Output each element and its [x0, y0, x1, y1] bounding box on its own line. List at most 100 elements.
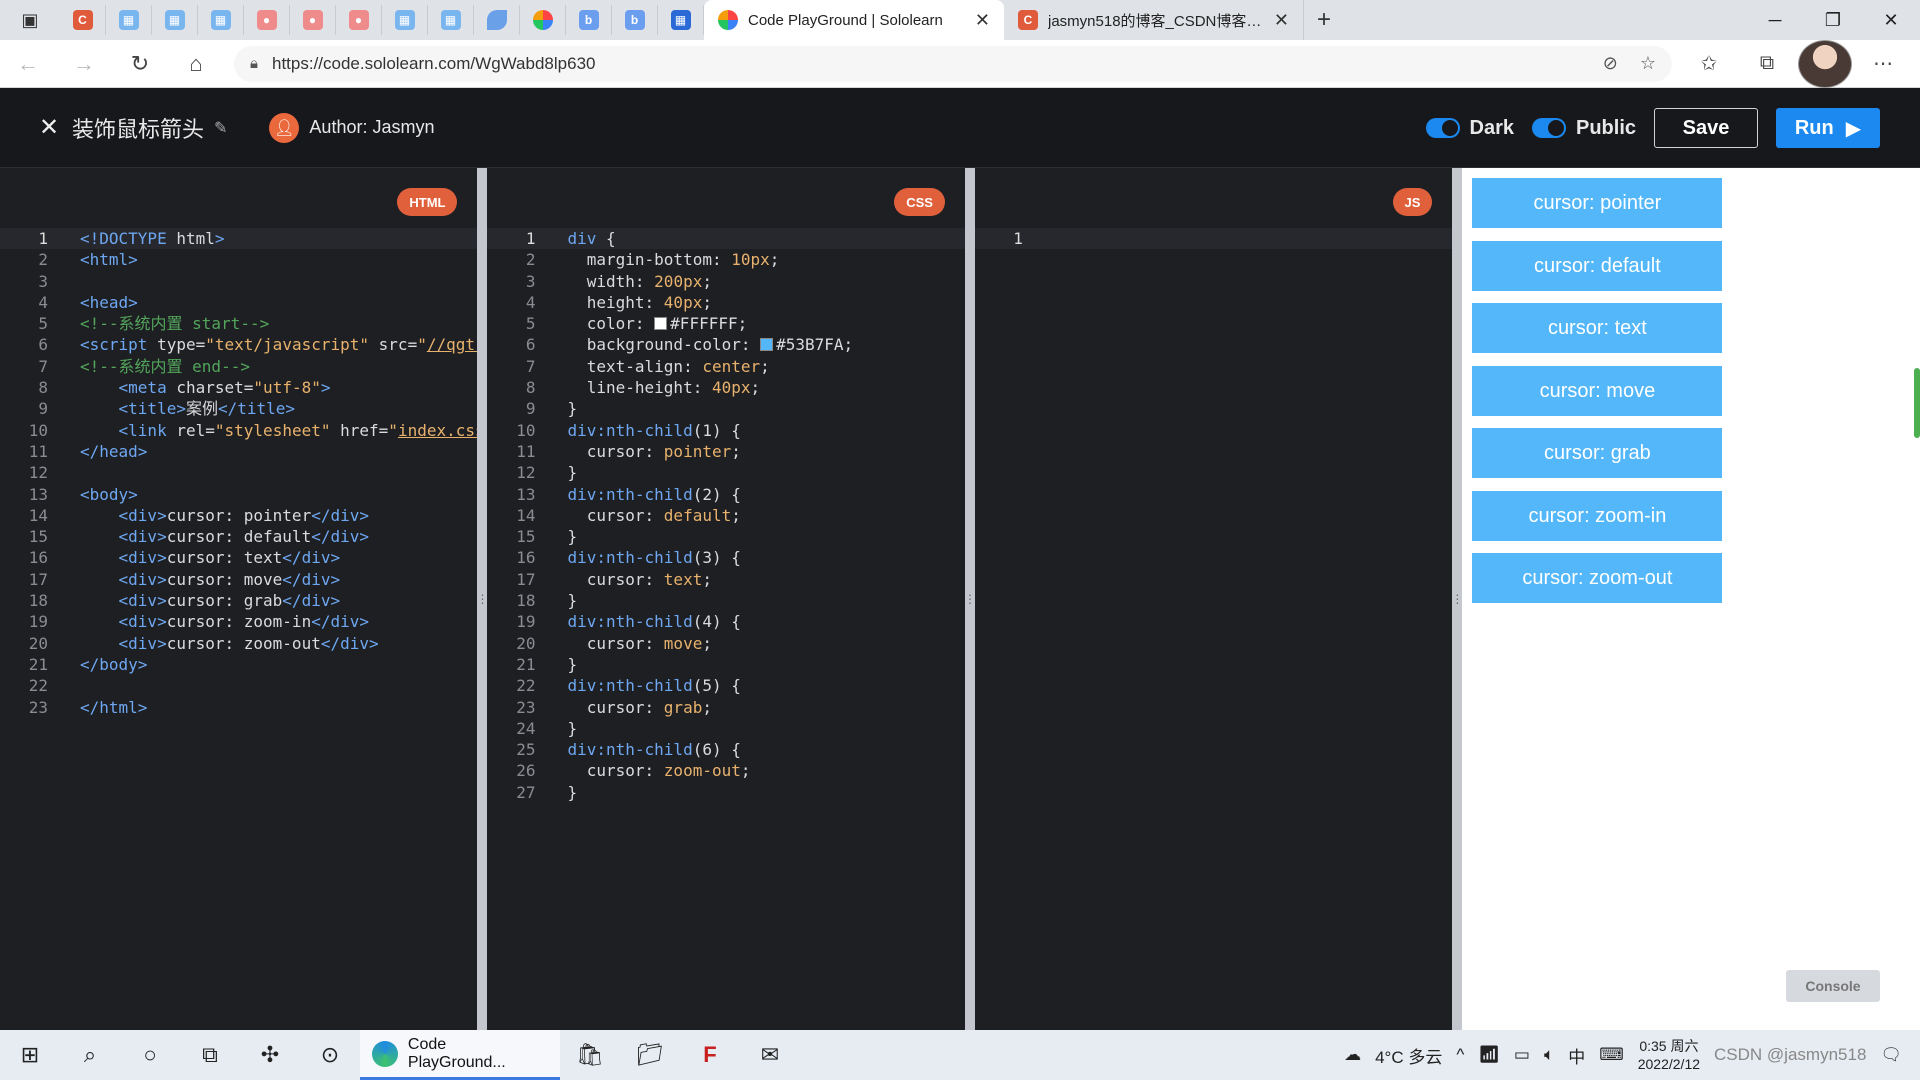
tab-calendar-3[interactable]: ▦ [198, 5, 244, 35]
home-icon[interactable]: ⌂ [168, 40, 224, 88]
tab-bing-2[interactable]: b [612, 5, 658, 35]
more-menu-icon[interactable]: ⋯ [1856, 40, 1910, 88]
keyboard-icon[interactable]: ⌨ [1599, 1045, 1624, 1065]
notification-icon[interactable]: 🗨︎ [1880, 1045, 1902, 1065]
window-controls: ─ ❐ ✕ [1746, 0, 1920, 40]
pane-resize-handle[interactable]: ⋮ [964, 168, 976, 1030]
tab-calendar-5[interactable]: ▦ [428, 5, 474, 35]
output-item[interactable]: cursor: default [1472, 240, 1723, 291]
mail-icon[interactable]: ✉ [740, 1030, 800, 1080]
wifi-icon[interactable]: 📶︎ [1478, 1045, 1500, 1065]
output-item[interactable]: cursor: pointer [1472, 178, 1723, 228]
close-window-icon[interactable]: ✕ [1862, 0, 1920, 40]
scroll-indicator[interactable] [1913, 368, 1920, 438]
ime-indicator[interactable]: 中 [1568, 1043, 1585, 1068]
weather-text[interactable]: 4°C 多云 [1375, 1043, 1442, 1068]
refresh-icon[interactable]: ↻ [112, 40, 168, 88]
magnifier-icon[interactable]: ⊙ [300, 1030, 360, 1080]
css-editor[interactable]: CSS 1 div { 2 margin-bottom: 10px; 3 widt… [487, 168, 965, 1030]
minimize-icon[interactable]: ─ [1746, 0, 1804, 40]
close-tab-icon[interactable]: ✕ [975, 10, 990, 31]
tab-calendar-2[interactable]: ▦ [152, 5, 198, 35]
tab-csdn[interactable]: C [60, 5, 106, 35]
html-code[interactable]: 1 <!DOCTYPE html> 2 <html> 3 4 <head> 5 <!--… [0, 228, 478, 718]
close-tab-icon[interactable]: ✕ [1274, 10, 1289, 31]
sololearn-icon [718, 10, 738, 30]
dark-toggle[interactable]: Dark [1425, 117, 1514, 140]
back-icon[interactable]: ← [0, 40, 56, 88]
calendar-icon: ▦ [440, 10, 461, 30]
public-toggle[interactable]: Public [1531, 117, 1636, 140]
tracking-blocked-icon[interactable]: ⊘ [1603, 53, 1618, 74]
run-button[interactable]: Run ▶ [1776, 108, 1880, 148]
public-switch[interactable] [1531, 118, 1566, 138]
color-swatch[interactable] [654, 317, 668, 331]
tab-pink-1[interactable]: ● [244, 5, 290, 35]
header-actions: Dark Public Save Run ▶ [1425, 88, 1880, 168]
save-button[interactable]: Save [1654, 108, 1758, 148]
pinwheel-app-icon[interactable]: ✣ [240, 1030, 300, 1080]
tab-pink-2[interactable]: ● [290, 5, 336, 35]
tray-expand-icon[interactable]: ^ [1456, 1045, 1464, 1065]
csdn-icon: C [1018, 10, 1038, 30]
filezilla-icon[interactable]: F [680, 1030, 740, 1080]
calendar-icon: ▦ [210, 10, 231, 30]
tab-leaf[interactable] [474, 5, 520, 35]
new-tab-button[interactable]: + [1304, 6, 1344, 34]
store-icon[interactable]: 🛍︎ [560, 1030, 620, 1080]
color-swatch[interactable] [760, 338, 774, 352]
output-list: cursor: pointer cursor: default cursor: … [1462, 168, 1920, 603]
taskbar-edge-app[interactable]: Code PlayGround... [360, 1030, 560, 1080]
add-favorite-icon[interactable]: ☆ [1640, 53, 1656, 74]
js-editor[interactable]: JS 1 [974, 168, 1453, 1030]
calendar-icon: ▦ [394, 10, 415, 30]
url-field[interactable]: 🔒︎ https://code.sololearn.com/WgWabd8lp6… [234, 45, 1672, 82]
output-item[interactable]: cursor: zoom-out [1472, 553, 1723, 603]
css-code[interactable]: 1 div { 2 margin-bottom: 10px; 3 width: 2… [487, 228, 965, 803]
tab-csdn-blog[interactable]: C jasmyn518的博客_CSDN博客-笔 ✕ [1004, 0, 1304, 40]
collections-icon[interactable]: ⧉ [1740, 40, 1794, 88]
tab-pink-3[interactable]: ● [336, 5, 382, 35]
sololearn-icon [532, 10, 553, 30]
console-button[interactable]: Console [1785, 970, 1880, 1002]
weather-icon[interactable]: ☁ [1344, 1045, 1361, 1065]
tab-title: Code PlayGround | Sololearn [748, 11, 943, 29]
output-item[interactable]: cursor: move [1472, 365, 1723, 416]
lock-icon[interactable]: 🔒︎ [250, 55, 258, 72]
search-icon[interactable]: ⌕ [60, 1030, 120, 1080]
pane-resize-handle[interactable]: ⋮ [476, 168, 488, 1030]
output-item[interactable]: cursor: zoom-in [1472, 490, 1723, 541]
pink-app-icon: ● [302, 10, 323, 30]
tab-calendar-1[interactable]: ▦ [106, 5, 152, 35]
task-view-icon[interactable]: ⧉ [180, 1030, 240, 1080]
html-editor[interactable]: HTML 1 <!DOCTYPE html> 2 <html> 3 4 <head> … [0, 168, 478, 1030]
js-code[interactable]: 1 [974, 228, 1453, 250]
tab-bing-1[interactable]: b [566, 5, 612, 35]
author-avatar-icon: 👤︎ [269, 112, 300, 143]
tab-sololearn[interactable] [520, 5, 566, 35]
profile-button[interactable] [1798, 39, 1852, 88]
battery-icon[interactable]: ▭ [1514, 1045, 1530, 1065]
cortana-icon[interactable]: ○ [120, 1030, 180, 1080]
forward-icon[interactable]: → [56, 40, 112, 88]
tab-actions-icon[interactable]: ▣ [0, 0, 60, 40]
pane-resize-handle[interactable]: ⋮ [1451, 168, 1463, 1030]
tab-code-playground[interactable]: Code PlayGround | Sololearn ✕ [704, 0, 1004, 40]
favorites-icon[interactable]: ✩ [1682, 40, 1736, 88]
tab-calendar-4[interactable]: ▦ [382, 5, 428, 35]
dark-switch[interactable] [1425, 118, 1460, 138]
css-badge: CSS [894, 188, 945, 216]
edit-title-icon[interactable]: ✎ [214, 118, 227, 138]
volume-icon[interactable]: 🔈︎ [1544, 1045, 1554, 1065]
output-item[interactable]: cursor: grab [1472, 428, 1723, 478]
restore-icon[interactable]: ❐ [1804, 0, 1862, 40]
output-preview[interactable]: cursor: pointer cursor: default cursor: … [1462, 168, 1920, 1030]
system-tray: ☁ 4°C 多云 ^ 📶︎ ▭ 🔈︎ 中 ⌨ 0:35 周六 2022/2/12… [1344, 1030, 1920, 1080]
clock[interactable]: 0:35 周六 2022/2/12 [1638, 1037, 1700, 1073]
tab-calendar-6[interactable]: ▦ [658, 5, 704, 35]
output-item[interactable]: cursor: text [1472, 303, 1723, 353]
folder-icon[interactable]: 📁︎ [620, 1030, 680, 1080]
watermark-text: CSDN @jasmyn518 [1714, 1045, 1867, 1064]
playground-header: ✕ 装饰鼠标箭头 ✎ 👤︎ Author: Jasmyn Dark Public… [0, 88, 1920, 168]
start-icon[interactable]: ⊞ [0, 1030, 60, 1080]
